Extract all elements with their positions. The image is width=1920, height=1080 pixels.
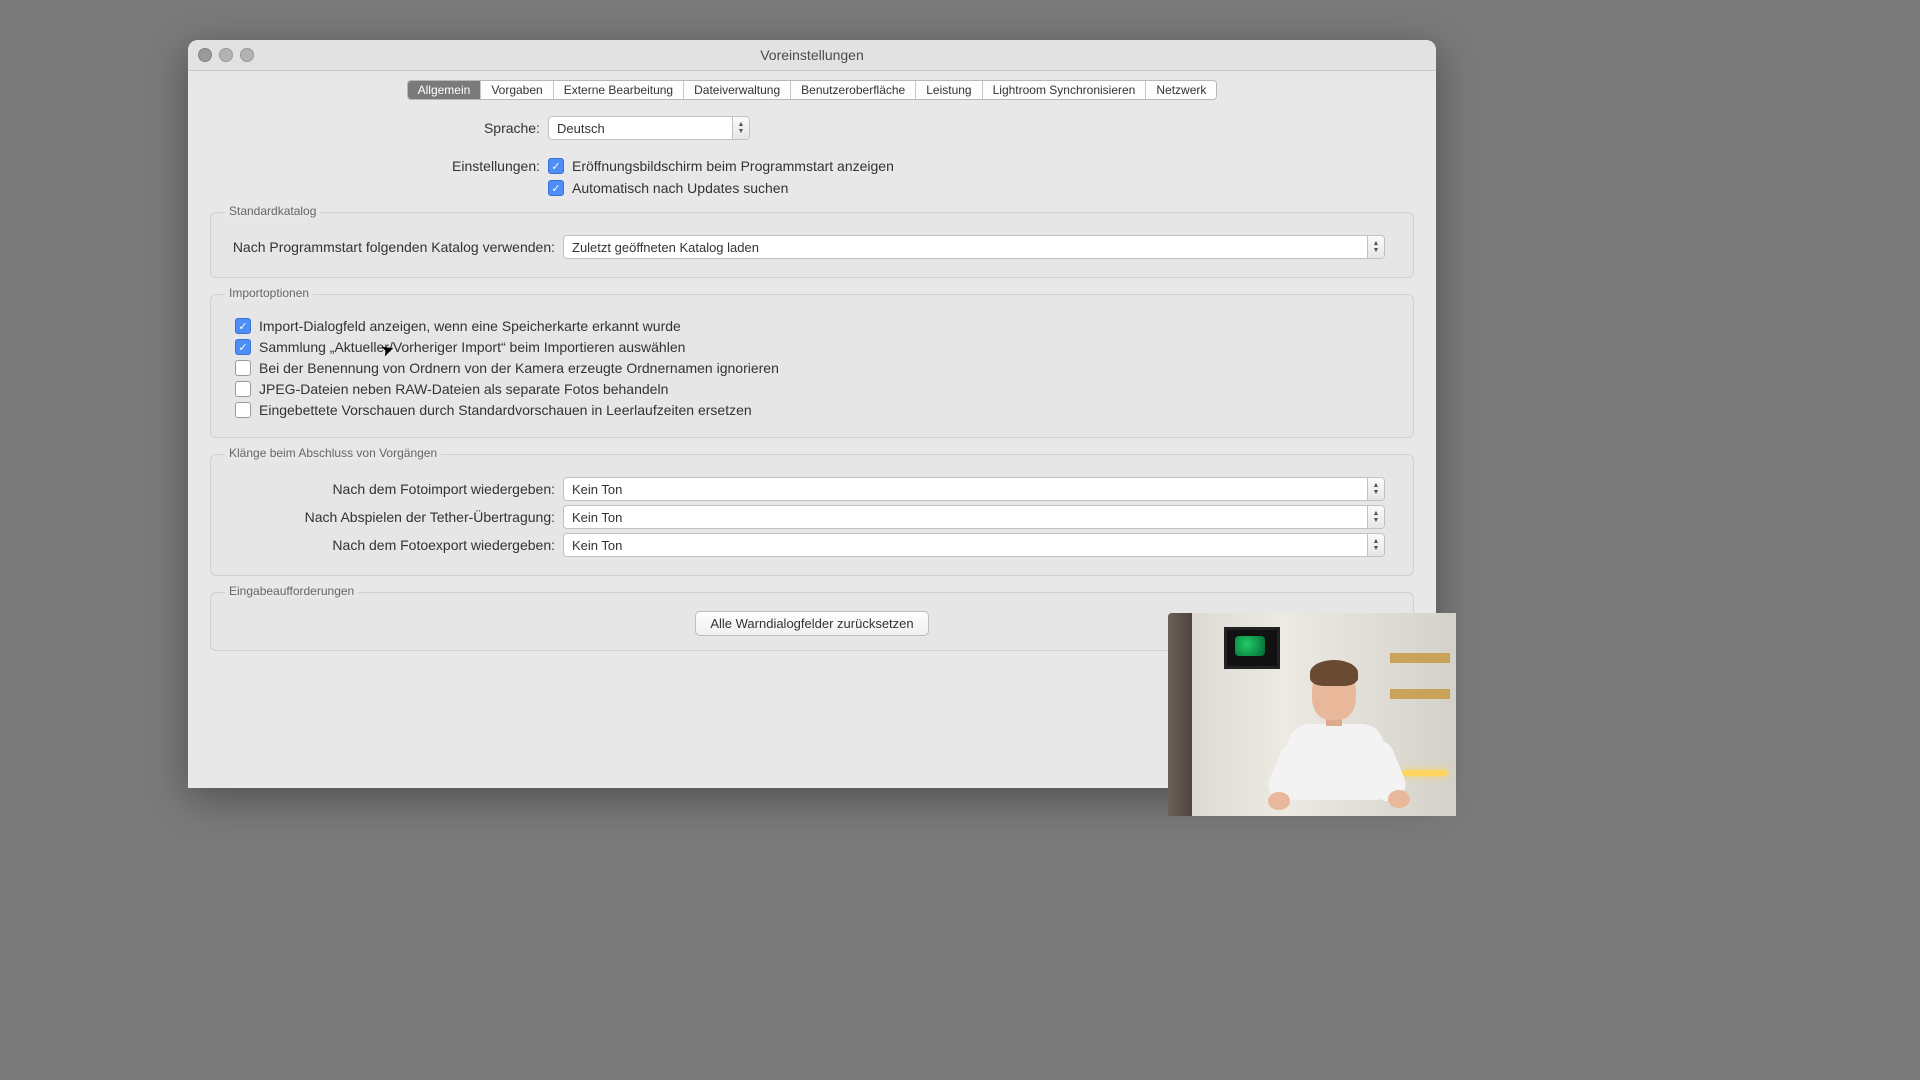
checkbox-import-dialog-label: Import-Dialogfeld anzeigen, wenn eine Sp… bbox=[259, 318, 681, 334]
tab-bar: Allgemein Vorgaben Externe Bearbeitung D… bbox=[407, 80, 1218, 100]
checkbox-splash-label: Eröffnungsbildschirm beim Programmstart … bbox=[572, 158, 894, 174]
stepper-icon: ▲▼ bbox=[732, 117, 749, 139]
webcam-overlay bbox=[1168, 613, 1456, 816]
tab-allgemein[interactable]: Allgemein bbox=[408, 81, 482, 99]
sound-import-value: Kein Ton bbox=[564, 482, 1367, 497]
sound-export-value: Kein Ton bbox=[564, 538, 1367, 553]
checkbox-embedded-previews-label: Eingebettete Vorschauen durch Standardvo… bbox=[259, 402, 752, 418]
checkbox-ignore-folder-names[interactable] bbox=[235, 360, 251, 376]
legend-standardkatalog: Standardkatalog bbox=[225, 204, 320, 218]
tab-benutzeroberflaeche[interactable]: Benutzeroberfläche bbox=[791, 81, 916, 99]
checkbox-embedded-previews[interactable] bbox=[235, 402, 251, 418]
checkbox-splash[interactable]: ✓ bbox=[548, 158, 564, 174]
stepper-icon: ▲▼ bbox=[1367, 534, 1384, 556]
checkbox-import-dialog[interactable]: ✓ bbox=[235, 318, 251, 334]
catalog-value: Zuletzt geöffneten Katalog laden bbox=[564, 240, 1367, 255]
sound-tether-value: Kein Ton bbox=[564, 510, 1367, 525]
checkbox-updates-label: Automatisch nach Updates suchen bbox=[572, 180, 788, 196]
catalog-label: Nach Programmstart folgenden Katalog ver… bbox=[225, 239, 563, 255]
stepper-icon: ▲▼ bbox=[1367, 478, 1384, 500]
language-value: Deutsch bbox=[549, 121, 732, 136]
language-select[interactable]: Deutsch ▲▼ bbox=[548, 116, 750, 140]
checkbox-import-collection-label: Sammlung „Aktueller/Vorheriger Import“ b… bbox=[259, 339, 685, 355]
legend-import: Importoptionen bbox=[225, 286, 313, 300]
language-label: Sprache: bbox=[210, 120, 548, 136]
settings-label: Einstellungen: bbox=[210, 158, 548, 174]
sound-export-label: Nach dem Fotoexport wiedergeben: bbox=[225, 537, 563, 553]
window-title: Voreinstellungen bbox=[760, 47, 864, 63]
stepper-icon: ▲▼ bbox=[1367, 236, 1384, 258]
zoom-icon[interactable] bbox=[240, 48, 254, 62]
checkbox-ignore-folder-names-label: Bei der Benennung von Ordnern von der Ka… bbox=[259, 360, 779, 376]
stepper-icon: ▲▼ bbox=[1367, 506, 1384, 528]
close-icon[interactable] bbox=[198, 48, 212, 62]
checkbox-import-collection[interactable]: ✓ bbox=[235, 339, 251, 355]
sound-tether-label: Nach Abspielen der Tether-Übertragung: bbox=[225, 509, 563, 525]
minimize-icon[interactable] bbox=[219, 48, 233, 62]
group-import: Importoptionen ✓ Import-Dialogfeld anzei… bbox=[210, 294, 1414, 438]
checkbox-jpeg-raw-label: JPEG-Dateien neben RAW-Dateien als separ… bbox=[259, 381, 668, 397]
sound-import-select[interactable]: Kein Ton ▲▼ bbox=[563, 477, 1385, 501]
tab-dateiverwaltung[interactable]: Dateiverwaltung bbox=[684, 81, 791, 99]
tab-leistung[interactable]: Leistung bbox=[916, 81, 982, 99]
tab-lightroom-sync[interactable]: Lightroom Synchronisieren bbox=[983, 81, 1147, 99]
window-traffic-lights bbox=[198, 48, 254, 62]
sound-export-select[interactable]: Kein Ton ▲▼ bbox=[563, 533, 1385, 557]
tab-netzwerk[interactable]: Netzwerk bbox=[1146, 81, 1216, 99]
sound-import-label: Nach dem Fotoimport wiedergeben: bbox=[225, 481, 563, 497]
reset-warnings-button[interactable]: Alle Warndialogfelder zurücksetzen bbox=[695, 611, 928, 636]
group-sounds: Klänge beim Abschluss von Vorgängen Nach… bbox=[210, 454, 1414, 576]
titlebar: Voreinstellungen bbox=[188, 40, 1436, 71]
sound-tether-select[interactable]: Kein Ton ▲▼ bbox=[563, 505, 1385, 529]
group-standardkatalog: Standardkatalog Nach Programmstart folge… bbox=[210, 212, 1414, 278]
tab-vorgaben[interactable]: Vorgaben bbox=[481, 81, 553, 99]
catalog-select[interactable]: Zuletzt geöffneten Katalog laden ▲▼ bbox=[563, 235, 1385, 259]
legend-sounds: Klänge beim Abschluss von Vorgängen bbox=[225, 446, 441, 460]
legend-prompts: Eingabeaufforderungen bbox=[225, 584, 358, 598]
tab-externe[interactable]: Externe Bearbeitung bbox=[554, 81, 684, 99]
checkbox-updates[interactable]: ✓ bbox=[548, 180, 564, 196]
checkbox-jpeg-raw[interactable] bbox=[235, 381, 251, 397]
